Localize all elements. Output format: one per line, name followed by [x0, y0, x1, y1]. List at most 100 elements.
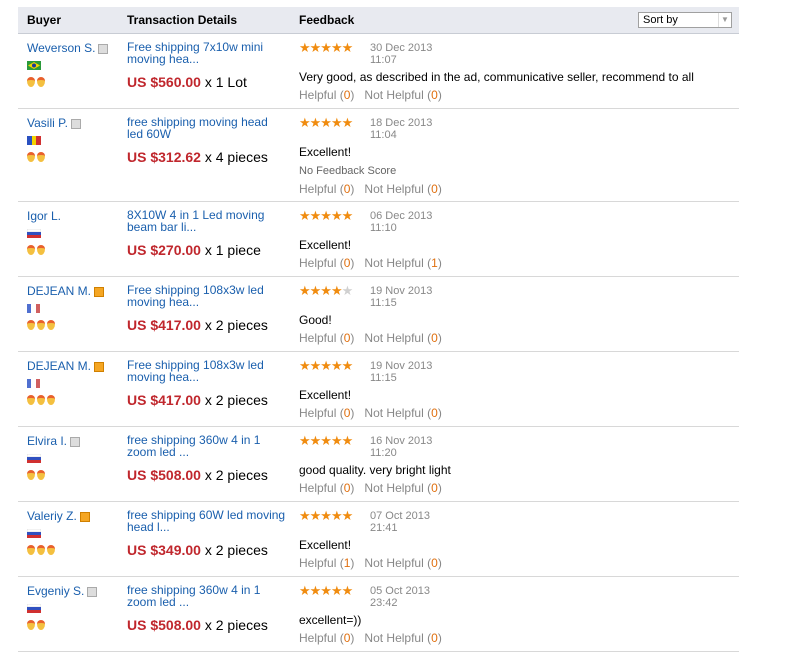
buyer-medals — [27, 469, 122, 483]
chevron-down-icon: ▼ — [718, 13, 731, 27]
product-link[interactable]: free shipping 360w 4 in 1 zoom led ... — [127, 584, 287, 610]
medal-icon — [27, 545, 35, 555]
feedback-date: 18 Dec 2013 11:04 — [370, 117, 433, 141]
star-rating: ★★★★★ — [299, 583, 353, 598]
star-rating: ★★★★★ — [299, 358, 353, 373]
feedback-text: good quality. very bright light — [299, 463, 451, 477]
medal-icon — [27, 152, 35, 162]
not-helpful-button[interactable]: Not Helpful (0) — [364, 481, 441, 495]
not-helpful-button[interactable]: Not Helpful (0) — [364, 631, 441, 645]
medal-icon — [37, 320, 45, 330]
buyer-medals — [27, 319, 122, 333]
medal-icon — [37, 152, 45, 162]
medal-icon — [37, 620, 45, 630]
feedback-date: 30 Dec 2013 11:07 — [370, 42, 433, 66]
product-link[interactable]: Free shipping 108x3w led moving hea... — [127, 284, 287, 310]
medal-icon — [27, 395, 35, 405]
medal-icon — [27, 470, 35, 480]
buyer-medals — [27, 244, 122, 258]
product-link[interactable]: free shipping 60W led moving head l... — [127, 509, 287, 535]
feedback-date: 05 Oct 2013 23:42 — [370, 585, 430, 609]
not-helpful-button[interactable]: Not Helpful (0) — [364, 406, 441, 420]
medal-icon — [47, 545, 55, 555]
table-row: Weverson S. Free shipping 7x10w mini mov… — [18, 34, 739, 109]
sort-by-select[interactable]: Sort by ▼ — [638, 12, 732, 28]
table-row: Evgeniy S. free shipping 360w 4 in 1 zoo… — [18, 577, 739, 652]
helpful-button[interactable]: Helpful (0) — [299, 182, 354, 196]
feedback-text: Excellent! — [299, 145, 352, 159]
product-link[interactable]: Free shipping 7x10w mini moving hea... — [127, 41, 287, 67]
price: US $560.00 x 1 Lot — [127, 74, 247, 90]
buyer-link[interactable]: Vasili P. — [27, 116, 68, 130]
price: US $417.00 x 2 pieces — [127, 317, 268, 333]
buyer-link[interactable]: Elvira I. — [27, 434, 67, 448]
helpful-button[interactable]: Helpful (0) — [299, 88, 354, 102]
france-flag-icon — [27, 304, 122, 313]
helpful-button[interactable]: Helpful (0) — [299, 406, 354, 420]
table-row: DEJEAN M. Free shipping 108x3w led movin… — [18, 277, 739, 352]
feedback-table: Buyer Transaction Details Feedback Sort … — [18, 7, 739, 652]
table-row: DEJEAN M. Free shipping 108x3w led movin… — [18, 352, 739, 427]
table-header: Buyer Transaction Details Feedback Sort … — [18, 7, 739, 34]
moldova-flag-icon — [27, 136, 122, 145]
buyer-link[interactable]: DEJEAN M. — [27, 284, 91, 298]
medal-icon — [47, 320, 55, 330]
helpful-button[interactable]: Helpful (0) — [299, 631, 354, 645]
medal-icon — [27, 320, 35, 330]
russia-flag-icon — [27, 529, 122, 538]
star-rating: ★★★★★ — [299, 283, 353, 298]
helpful-button[interactable]: Helpful (0) — [299, 331, 354, 345]
not-helpful-button[interactable]: Not Helpful (0) — [364, 88, 441, 102]
buyer-level-icon — [98, 43, 109, 54]
helpful-button[interactable]: Helpful (0) — [299, 256, 354, 270]
medal-icon — [47, 395, 55, 405]
price: US $508.00 x 2 pieces — [127, 617, 268, 633]
feedback-date: 16 Nov 2013 11:20 — [370, 435, 433, 459]
france-flag-icon — [27, 379, 122, 388]
star-rating: ★★★★★ — [299, 433, 353, 448]
price: US $270.00 x 1 piece — [127, 242, 261, 258]
feedback-text: Very good, as described in the ad, commu… — [299, 70, 694, 84]
buyer-link[interactable]: DEJEAN M. — [27, 359, 91, 373]
product-link[interactable]: free shipping moving head led 60W — [127, 116, 287, 142]
table-row: Elvira I. free shipping 360w 4 in 1 zoom… — [18, 427, 739, 502]
medal-icon — [27, 620, 35, 630]
buyer-medals — [27, 394, 122, 408]
medal-icon — [37, 245, 45, 255]
star-rating: ★★★★★ — [299, 115, 353, 130]
medal-icon — [27, 245, 35, 255]
star-rating: ★★★★★ — [299, 208, 353, 223]
product-link[interactable]: 8X10W 4 in 1 Led moving beam bar li... — [127, 209, 287, 235]
not-helpful-button[interactable]: Not Helpful (0) — [364, 182, 441, 196]
medal-icon — [37, 470, 45, 480]
price: US $508.00 x 2 pieces — [127, 467, 268, 483]
buyer-medals — [27, 151, 122, 165]
buyer-level-icon — [94, 361, 105, 372]
helpful-button[interactable]: Helpful (1) — [299, 556, 354, 570]
russia-flag-icon — [27, 454, 122, 463]
feedback-text: Excellent! — [299, 538, 352, 552]
feedback-text: excellent=)) — [299, 613, 362, 627]
product-link[interactable]: Free shipping 108x3w led moving hea... — [127, 359, 287, 385]
buyer-link[interactable]: Valeriy Z. — [27, 509, 77, 523]
helpful-button[interactable]: Helpful (0) — [299, 481, 354, 495]
buyer-link[interactable]: Evgeniy S. — [27, 584, 84, 598]
not-helpful-button[interactable]: Not Helpful (1) — [364, 256, 441, 270]
table-row: Igor L. 8X10W 4 in 1 Led moving beam bar… — [18, 202, 739, 277]
russia-flag-icon — [27, 229, 122, 238]
buyer-link[interactable]: Weverson S. — [27, 41, 95, 55]
feedback-date: 06 Dec 2013 11:10 — [370, 210, 433, 234]
not-helpful-button[interactable]: Not Helpful (0) — [364, 331, 441, 345]
table-row: Valeriy Z. free shipping 60W led moving … — [18, 502, 739, 577]
feedback-text: Excellent! — [299, 238, 352, 252]
feedback-date: 19 Nov 2013 11:15 — [370, 285, 433, 309]
not-helpful-button[interactable]: Not Helpful (0) — [364, 556, 441, 570]
buyer-level-icon — [87, 586, 98, 597]
buyer-link[interactable]: Igor L. — [27, 209, 61, 223]
russia-flag-icon — [27, 604, 122, 613]
feedback-date: 07 Oct 2013 21:41 — [370, 510, 430, 534]
column-transaction: Transaction Details — [127, 13, 238, 27]
column-buyer: Buyer — [27, 13, 62, 27]
buyer-level-icon — [70, 118, 81, 129]
product-link[interactable]: free shipping 360w 4 in 1 zoom led ... — [127, 434, 287, 460]
